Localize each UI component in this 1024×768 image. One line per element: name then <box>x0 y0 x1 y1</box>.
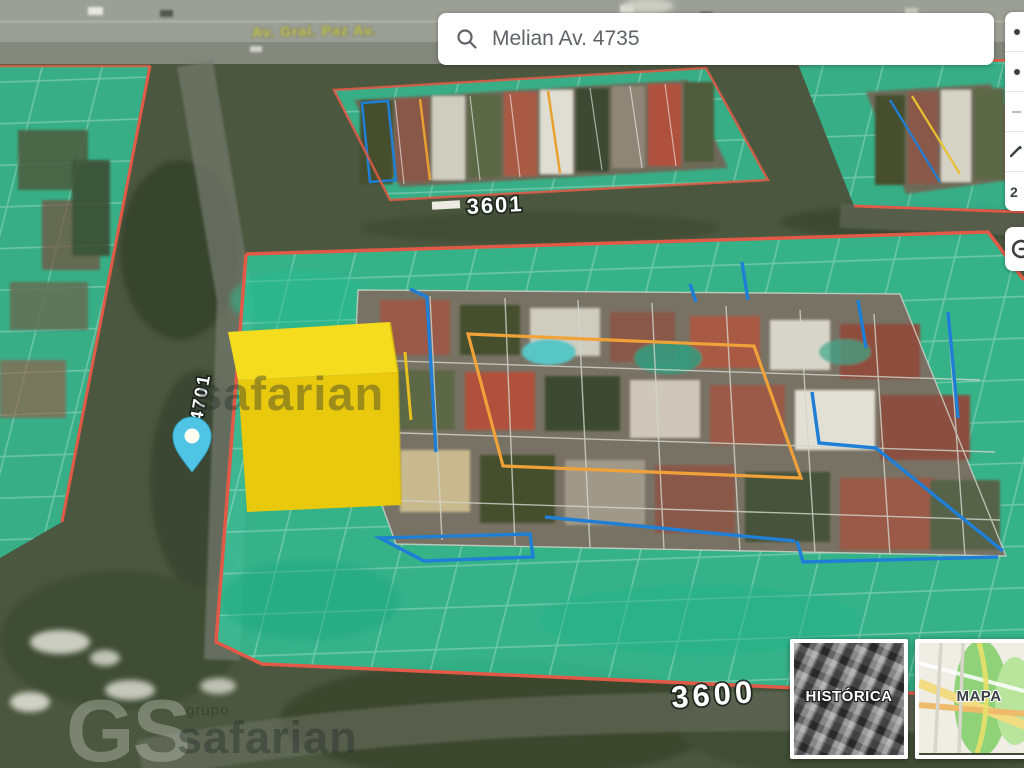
zoom-out-button[interactable] <box>1005 52 1024 92</box>
street-label-3601: 3601 <box>466 191 524 219</box>
zoom-in-icon <box>1014 29 1020 35</box>
measure-icon <box>1012 111 1021 113</box>
measure-button[interactable] <box>1005 92 1024 132</box>
search-bar[interactable] <box>438 13 994 65</box>
search-input[interactable] <box>490 26 980 52</box>
map-control-panel[interactable]: 2 <box>1005 12 1024 211</box>
zoom-out-icon <box>1014 69 1020 75</box>
map-thumbnail-graphic <box>919 643 1024 753</box>
map-canvas[interactable]: 3601 4701 3600 Av. Gral. Paz Av. safaria… <box>0 0 1024 768</box>
tilt-button[interactable] <box>1005 132 1024 172</box>
pegman-button[interactable] <box>1005 227 1024 271</box>
pegman-icon <box>1010 238 1024 260</box>
map-2d-button[interactable]: 2 <box>1005 172 1024 211</box>
selected-parcel[interactable] <box>228 322 401 512</box>
layer-historic-label: HISTÓRICA <box>794 688 904 705</box>
street-label-avenue: Av. Gral. Paz Av. <box>252 22 377 40</box>
exposed-parcels-main <box>352 290 1006 556</box>
search-icon <box>456 28 478 50</box>
parcel-block-top-center[interactable] <box>334 68 768 200</box>
zoom-in-button[interactable] <box>1005 12 1024 52</box>
layer-map-button[interactable]: MAPA <box>915 639 1024 759</box>
map-2d-label: 2 <box>1010 184 1018 200</box>
street-label-3600: 3600 <box>670 674 757 715</box>
tilt-icon <box>1010 146 1022 158</box>
layer-historic-button[interactable]: HISTÓRICA <box>790 639 908 759</box>
